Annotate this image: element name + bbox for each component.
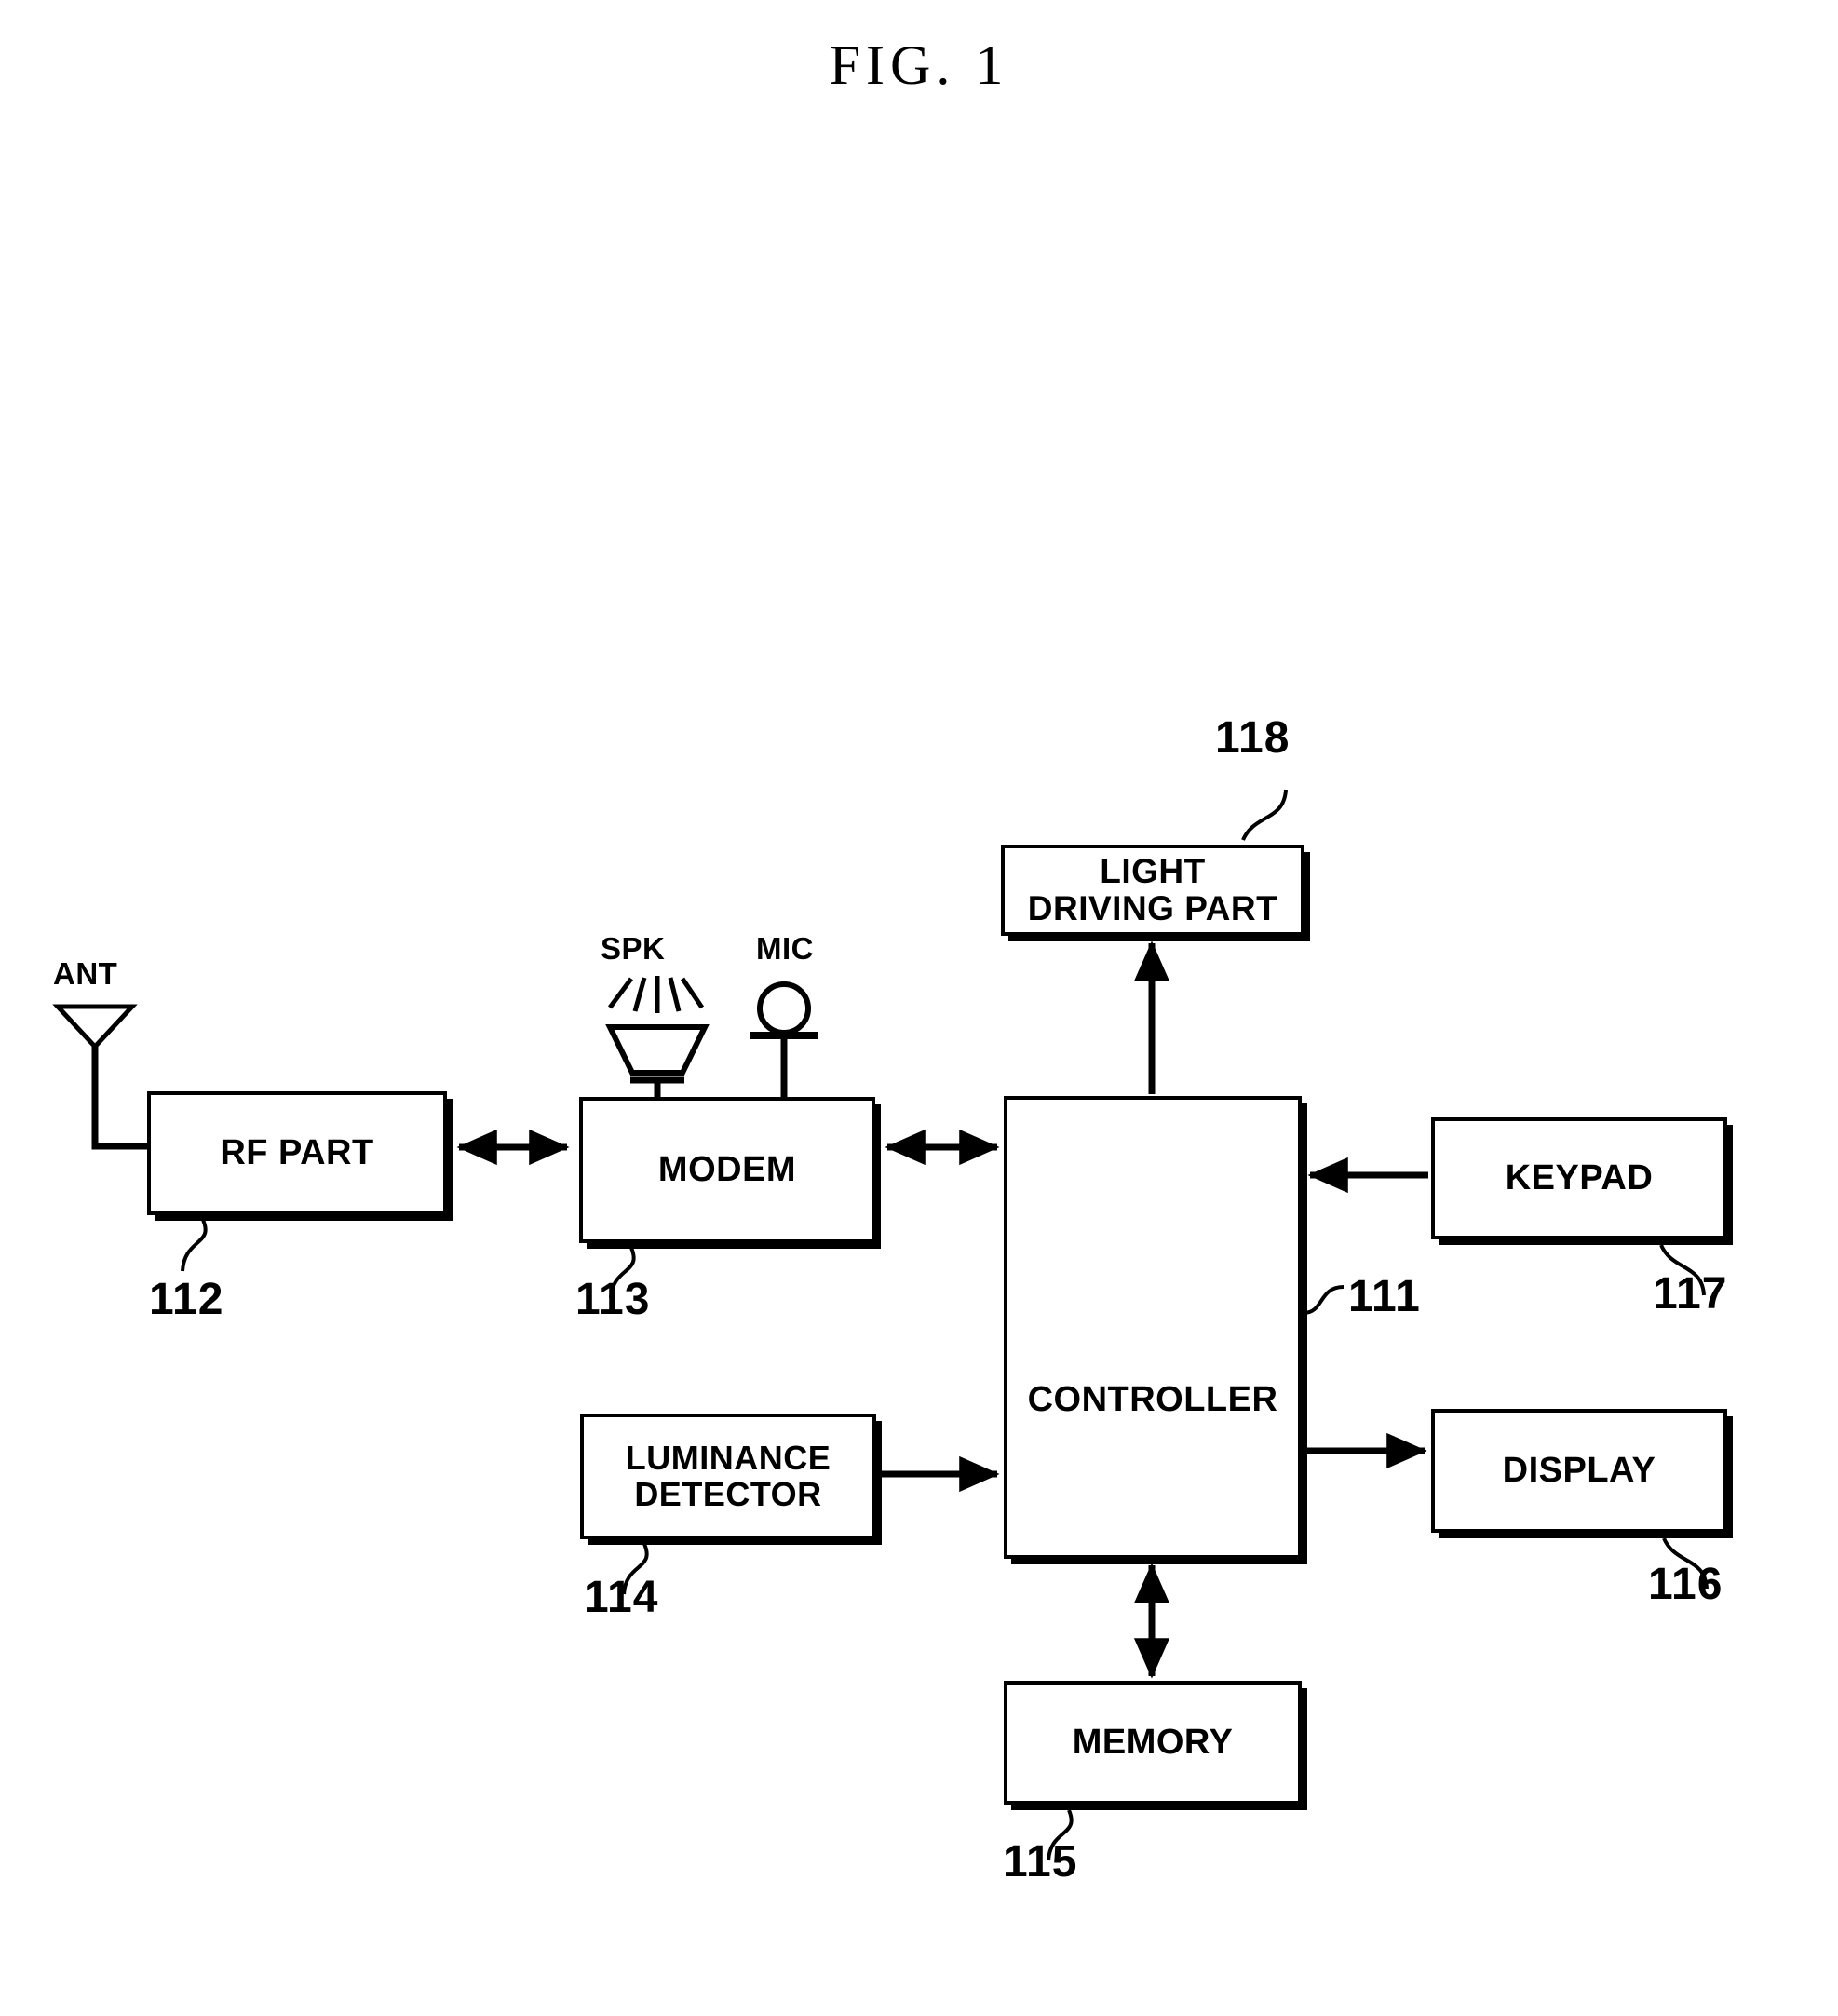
block-memory[interactable]: MEMORY xyxy=(1004,1681,1302,1805)
speaker-label: SPK xyxy=(601,931,666,966)
block-label: CONTROLLER xyxy=(1027,1379,1278,1419)
block-controller[interactable]: CONTROLLER xyxy=(1004,1096,1302,1559)
block-label: MEMORY xyxy=(1072,1722,1234,1762)
reference-numeral-116: 116 xyxy=(1648,1560,1723,1609)
antenna-label: ANT xyxy=(53,956,118,991)
block-label: DISPLAY xyxy=(1502,1450,1656,1490)
antenna-icon xyxy=(52,1004,147,1150)
block-label: RF PART xyxy=(220,1132,374,1172)
block-keypad[interactable]: KEYPAD xyxy=(1431,1117,1727,1239)
reference-numeral-117: 117 xyxy=(1653,1269,1728,1319)
block-label: MODEM xyxy=(657,1149,797,1189)
speaker-icon xyxy=(605,976,710,1084)
block-rf-part[interactable]: RF PART xyxy=(147,1091,447,1215)
leader-112 xyxy=(181,1219,208,1272)
leader-118 xyxy=(1241,789,1288,841)
block-modem[interactable]: MODEM xyxy=(579,1097,875,1243)
microphone-icon xyxy=(750,981,818,1039)
leader-111 xyxy=(1303,1285,1345,1315)
reference-numeral-112: 112 xyxy=(149,1275,224,1324)
reference-numeral-118: 118 xyxy=(1215,713,1291,763)
reference-numeral-113: 113 xyxy=(575,1275,651,1324)
reference-numeral-111: 111 xyxy=(1348,1272,1421,1321)
reference-numeral-114: 114 xyxy=(584,1573,659,1622)
block-light-driving-part[interactable]: LIGHT DRIVING PART xyxy=(1001,845,1304,936)
block-luminance-detector[interactable]: LUMINANCE DETECTOR xyxy=(580,1414,876,1539)
block-label: KEYPAD xyxy=(1505,1157,1654,1197)
microphone-label: MIC xyxy=(756,931,814,966)
diagram-artwork xyxy=(52,789,1709,1861)
reference-numeral-115: 115 xyxy=(1003,1837,1078,1887)
block-display[interactable]: DISPLAY xyxy=(1431,1409,1727,1533)
block-label: LIGHT DRIVING PART xyxy=(1027,852,1278,927)
block-label: LUMINANCE DETECTOR xyxy=(625,1438,831,1513)
